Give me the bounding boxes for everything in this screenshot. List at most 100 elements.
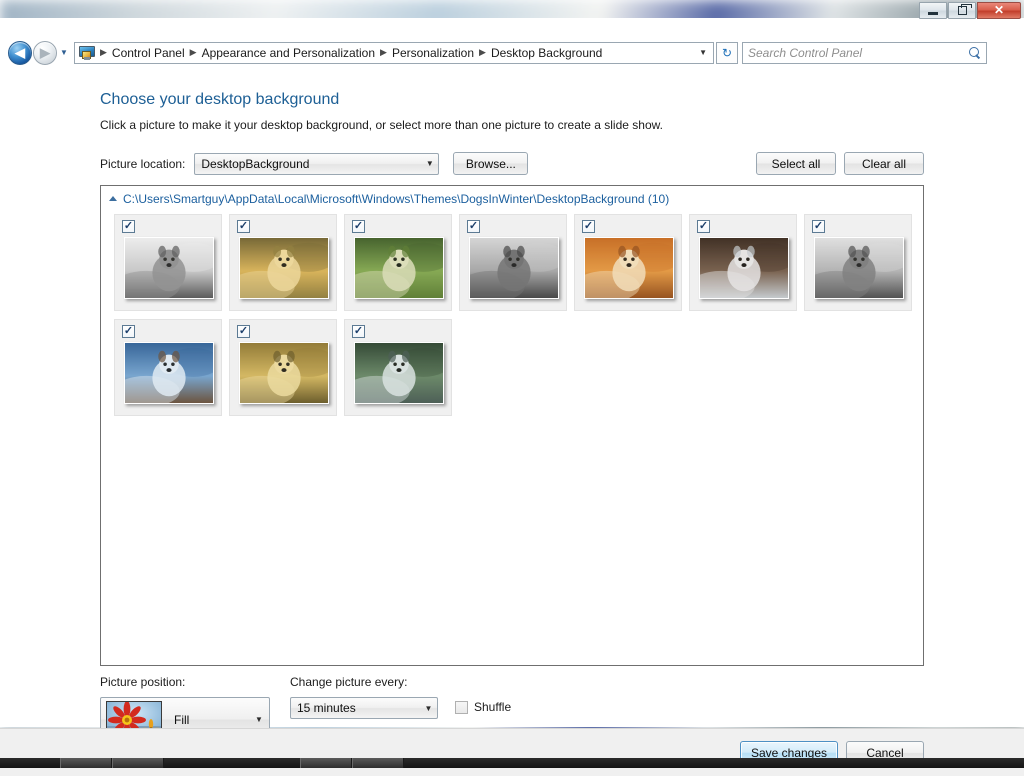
address-bar: ◀ ▶ ▼ ▶ Control Panel ▶ Appearance and P… <box>0 36 1024 69</box>
check-icon: ✓ <box>353 220 364 232</box>
thumbnail-image[interactable] <box>354 342 444 404</box>
thumbnail-checkbox[interactable]: ✓ <box>237 220 250 233</box>
thumbnail-cell[interactable]: ✓ <box>229 214 337 311</box>
thumbnail-cell[interactable]: ✓ <box>804 214 912 311</box>
check-icon: ✓ <box>123 220 134 232</box>
breadcrumb-item-desktop-background[interactable]: Desktop Background <box>488 46 605 60</box>
thumbnail-checkbox[interactable]: ✓ <box>122 220 135 233</box>
taskbar-item[interactable] <box>60 758 112 768</box>
page-title: Choose your desktop background <box>100 91 340 108</box>
refresh-button[interactable]: ↻ <box>716 41 738 64</box>
content-area: Choose your desktop background Click a p… <box>0 69 1024 742</box>
window-controls: ✕ <box>918 1 1021 19</box>
shuffle-checkbox[interactable] <box>455 700 468 714</box>
thumbnail-image[interactable] <box>699 237 789 299</box>
taskbar-item[interactable] <box>352 758 404 768</box>
change-picture-select[interactable]: 15 minutes ▼ <box>290 697 438 719</box>
close-button[interactable]: ✕ <box>977 1 1021 19</box>
forward-arrow-icon: ▶ <box>40 45 50 60</box>
thumbnail-checkbox[interactable]: ✓ <box>237 325 250 338</box>
minimize-button[interactable] <box>919 1 947 19</box>
check-icon: ✓ <box>468 220 479 232</box>
breadcrumb-dropdown-icon[interactable]: ▼ <box>699 48 711 57</box>
collapse-triangle-icon[interactable] <box>109 196 117 201</box>
restore-button[interactable] <box>948 1 976 19</box>
photo-white-dog-in-flower-garden <box>355 238 443 298</box>
thumbnail-checkbox[interactable]: ✓ <box>582 220 595 233</box>
back-button[interactable]: ◀ <box>8 40 32 65</box>
chevron-down-icon: ▼ <box>425 159 434 168</box>
thumbnail-image[interactable] <box>239 342 329 404</box>
thumbnail-checkbox[interactable]: ✓ <box>352 325 365 338</box>
browse-button[interactable]: Browse... <box>453 152 529 175</box>
photo-white-dog-in-autumn-leaves <box>585 238 673 298</box>
breadcrumb-separator: ▶ <box>189 47 197 57</box>
thumbnail-checkbox[interactable]: ✓ <box>467 220 480 233</box>
check-icon: ✓ <box>813 220 824 232</box>
search-placeholder: Search Control Panel <box>748 45 863 60</box>
picture-location-value: DesktopBackground <box>201 156 310 171</box>
thumbnail-grid: ✓ ✓ ✓ ✓ ✓ ✓ ✓ ✓ ✓ ✓ <box>101 211 923 424</box>
breadcrumb-item-personalization[interactable]: Personalization <box>389 46 477 60</box>
minimize-icon <box>928 11 938 15</box>
taskbar-item[interactable] <box>112 758 164 768</box>
thumbnail-image[interactable] <box>469 237 559 299</box>
thumbnail-image[interactable] <box>584 237 674 299</box>
thumbnail-checkbox[interactable]: ✓ <box>352 220 365 233</box>
breadcrumb-separator: ▶ <box>479 47 486 57</box>
thumbnail-cell[interactable]: ✓ <box>689 214 797 311</box>
back-arrow-icon: ◀ <box>15 45 25 60</box>
picture-location-label: Picture location: <box>100 156 186 171</box>
thumbnail-checkbox[interactable]: ✓ <box>122 325 135 338</box>
thumbnail-checkbox[interactable]: ✓ <box>812 220 825 233</box>
picture-position-label: Picture position: <box>100 675 186 689</box>
restore-icon <box>957 3 972 15</box>
page-subtitle: Click a picture to make it your desktop … <box>100 118 663 132</box>
search-input[interactable]: Search Control Panel <box>742 41 987 64</box>
breadcrumb-item-appearance[interactable]: Appearance and Personalization <box>199 46 378 60</box>
photo-yellow-dog-in-tall-grass <box>240 343 328 403</box>
photo-grayscale-dog-with-branch <box>815 238 903 298</box>
check-icon: ✓ <box>238 220 249 232</box>
close-icon: ✕ <box>993 3 1005 17</box>
shuffle-row[interactable]: Shuffle <box>455 700 511 714</box>
forward-button[interactable]: ▶ <box>33 40 57 65</box>
thumbnail-image[interactable] <box>239 237 329 299</box>
check-icon: ✓ <box>123 325 134 337</box>
clear-all-button[interactable]: Clear all <box>844 152 924 175</box>
thumbnail-cell[interactable]: ✓ <box>229 319 337 416</box>
breadcrumb-item-control-panel[interactable]: Control Panel <box>109 46 188 60</box>
thumbnail-checkbox[interactable]: ✓ <box>697 220 710 233</box>
selection-buttons: Select all Clear all <box>756 152 924 175</box>
dialog-footer: Save changes Cancel <box>0 728 1024 776</box>
thumbnail-image[interactable] <box>124 342 214 404</box>
shuffle-label: Shuffle <box>474 700 512 714</box>
select-all-button[interactable]: Select all <box>756 152 836 175</box>
control-panel-window: ◀ ▶ ▼ ▶ Control Panel ▶ Appearance and P… <box>0 18 1024 776</box>
thumbnail-cell[interactable]: ✓ <box>114 214 222 311</box>
check-icon: ✓ <box>583 220 594 232</box>
taskbar[interactable] <box>0 758 1024 768</box>
chevron-down-icon: ▼ <box>255 715 263 724</box>
taskbar-item[interactable] <box>300 758 352 768</box>
recent-pages-button[interactable]: ▼ <box>57 41 71 65</box>
breadcrumb[interactable]: ▶ Control Panel ▶ Appearance and Persona… <box>74 41 714 64</box>
photo-two-dogs-in-snowy-field <box>125 343 213 403</box>
photo-grayscale-greyhound-portrait <box>125 238 213 298</box>
chevron-down-icon: ▼ <box>60 48 68 57</box>
chevron-down-icon: ▼ <box>424 703 433 713</box>
thumbnail-image[interactable] <box>354 237 444 299</box>
thumbnail-cell[interactable]: ✓ <box>344 214 452 311</box>
photo-terrier-in-golden-meadow <box>240 238 328 298</box>
thumbnail-image[interactable] <box>124 237 214 299</box>
group-path-label: C:\Users\Smartguy\AppData\Local\Microsof… <box>123 191 670 206</box>
thumbnail-cell[interactable]: ✓ <box>574 214 682 311</box>
control-panel-icon <box>79 45 95 60</box>
thumbnail-cell[interactable]: ✓ <box>459 214 567 311</box>
thumbnail-cell[interactable]: ✓ <box>114 319 222 416</box>
group-header[interactable]: C:\Users\Smartguy\AppData\Local\Microsof… <box>101 186 923 211</box>
picture-list-panel[interactable]: C:\Users\Smartguy\AppData\Local\Microsof… <box>100 185 924 666</box>
thumbnail-cell[interactable]: ✓ <box>344 319 452 416</box>
picture-location-select[interactable]: DesktopBackground ▼ <box>194 152 440 175</box>
thumbnail-image[interactable] <box>814 237 904 299</box>
